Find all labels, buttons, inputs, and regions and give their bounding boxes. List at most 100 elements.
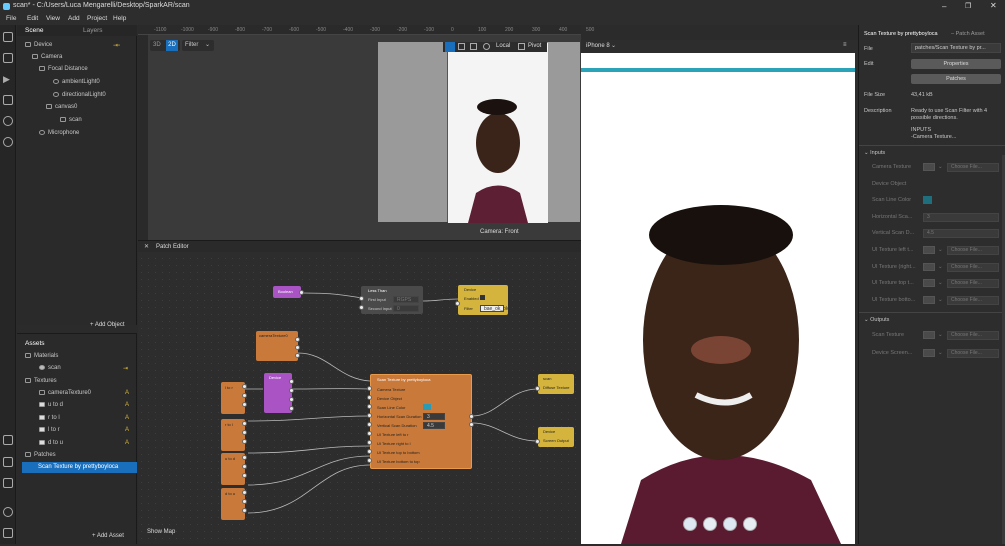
node-port[interactable] — [295, 345, 300, 350]
minimize-icon[interactable]: – — [942, 2, 946, 11]
number-field[interactable]: 3 — [923, 212, 999, 222]
rotate-icon[interactable] — [458, 43, 465, 50]
choose-file-field[interactable]: Choose File... — [947, 246, 999, 255]
mode-2d-button[interactable]: 2D — [166, 40, 178, 51]
node-port[interactable] — [469, 422, 474, 427]
device-object-node[interactable]: Device — [264, 373, 292, 413]
menu-file[interactable]: File — [6, 15, 16, 22]
patch-editor[interactable]: ✕ Patch Editor Show Map Boolean Less Tha… — [138, 240, 581, 544]
asset-material-scan[interactable]: scan — [39, 365, 61, 371]
node-port[interactable] — [242, 439, 247, 444]
chevron-down-icon[interactable]: ⌄ — [938, 350, 943, 356]
link-icon[interactable]: ⇥ — [123, 365, 128, 372]
filter-option[interactable] — [743, 517, 757, 531]
node-port[interactable] — [367, 431, 372, 436]
scene-icon[interactable] — [3, 32, 13, 42]
scan-line-color-swatch[interactable] — [923, 196, 932, 205]
properties-button[interactable]: Properties — [911, 59, 1001, 69]
output-port[interactable] — [299, 290, 304, 295]
node-port[interactable] — [367, 386, 372, 391]
scan-material-node[interactable]: scan Diffuse Texture — [538, 374, 574, 394]
chevron-down-icon[interactable]: ⌄ — [938, 264, 943, 270]
node-port[interactable] — [367, 413, 372, 418]
node-port[interactable] — [289, 406, 294, 411]
filter-option[interactable] — [723, 517, 737, 531]
tree-directional-light[interactable]: directionalLight0 — [53, 92, 106, 98]
second-input-field[interactable]: 0 — [393, 305, 419, 312]
node-port[interactable] — [535, 386, 540, 391]
menu-help[interactable]: Help — [113, 15, 126, 22]
asset-texture[interactable]: u to d — [39, 402, 63, 408]
move-icon[interactable] — [445, 42, 455, 52]
assets-patches-folder[interactable]: Patches — [25, 452, 56, 458]
choose-file-field[interactable]: Choose File... — [947, 331, 999, 340]
vertical-duration-field[interactable]: 4.5 — [423, 422, 445, 429]
texture-swatch[interactable] — [923, 262, 935, 271]
file-path-field[interactable]: patches/Scan Texture by pr... — [911, 43, 1001, 53]
node-port[interactable] — [242, 499, 247, 504]
filter-field[interactable]: bae_ok_ok — [480, 305, 508, 312]
filter-option[interactable] — [703, 517, 717, 531]
texture-swatch[interactable] — [923, 349, 935, 357]
enabled-checkbox[interactable] — [480, 295, 485, 300]
node-port[interactable] — [242, 473, 247, 478]
node-port[interactable] — [295, 337, 300, 342]
outputs-section[interactable]: ⌄ Outputs — [864, 317, 889, 323]
refresh-icon[interactable] — [3, 116, 13, 126]
stop-icon[interactable] — [3, 95, 13, 105]
node-port[interactable] — [242, 490, 247, 495]
node-port[interactable] — [289, 379, 294, 384]
scale-icon[interactable] — [470, 43, 477, 50]
close-icon[interactable]: ✕ — [990, 1, 997, 10]
scan-color-swatch[interactable] — [423, 404, 431, 410]
video-icon[interactable] — [3, 53, 13, 63]
add-asset-button[interactable]: + Add Asset — [92, 533, 124, 539]
choose-file-field[interactable]: Choose File... — [947, 262, 999, 272]
first-input-field[interactable]: RGPS — [393, 296, 419, 303]
chevron-down-icon[interactable]: ⌄ — [938, 164, 943, 170]
menu-edit[interactable]: Edit — [27, 15, 38, 22]
number-field[interactable]: 4.5 — [923, 229, 999, 239]
node-port[interactable] — [242, 393, 247, 398]
tab-layers[interactable]: Layers — [83, 27, 103, 34]
node-port[interactable] — [367, 440, 372, 445]
chevron-down-icon[interactable]: ⌄ — [938, 297, 943, 303]
camera-texture-node[interactable]: cameraTexture0 — [256, 331, 298, 361]
choose-file-field[interactable]: Choose File... — [947, 279, 999, 289]
asset-texture[interactable]: cameraTexture0 — [39, 390, 91, 396]
folder-icon[interactable] — [3, 435, 13, 445]
tree-scan[interactable]: scan — [60, 117, 82, 123]
node-port[interactable] — [535, 439, 540, 444]
node-port[interactable] — [289, 388, 294, 393]
menu-view[interactable]: View — [46, 15, 60, 22]
search-icon[interactable] — [3, 137, 13, 147]
node-port[interactable] — [367, 422, 372, 427]
texture-swatch[interactable] — [923, 246, 935, 254]
local-button[interactable]: Local — [496, 43, 510, 49]
inputs-section[interactable]: ⌄ Inputs — [864, 150, 885, 156]
mobile-icon[interactable] — [3, 457, 13, 467]
node-port[interactable] — [242, 402, 247, 407]
pivot-button[interactable]: Pivot — [528, 43, 541, 49]
play-icon[interactable]: ▶ — [3, 74, 13, 84]
globe-icon[interactable] — [483, 43, 490, 50]
menu-icon[interactable]: ≡ — [843, 42, 847, 48]
link-icon[interactable]: ⇥▫ — [113, 42, 120, 49]
bug-icon[interactable] — [3, 528, 13, 538]
node-port[interactable] — [242, 421, 247, 426]
horizontal-duration-field[interactable]: 3 — [423, 413, 445, 420]
chevron-down-icon[interactable]: ⌄ — [938, 332, 943, 338]
asset-texture[interactable]: d to u — [39, 440, 63, 446]
menu-add[interactable]: Add — [68, 15, 80, 22]
node-port[interactable] — [242, 430, 247, 435]
device-output-node[interactable]: Device Screen Output — [538, 427, 574, 447]
texture-swatch[interactable] — [923, 331, 935, 339]
node-port[interactable] — [242, 455, 247, 460]
node-port[interactable] — [295, 353, 300, 358]
tree-camera[interactable]: Camera — [32, 54, 62, 60]
chevron-down-icon[interactable]: ⌄ — [938, 280, 943, 286]
tree-microphone[interactable]: Microphone — [39, 130, 79, 136]
patches-button[interactable]: Patches — [911, 74, 1001, 84]
node-port[interactable] — [367, 449, 372, 454]
texture-swatch[interactable] — [923, 279, 935, 288]
